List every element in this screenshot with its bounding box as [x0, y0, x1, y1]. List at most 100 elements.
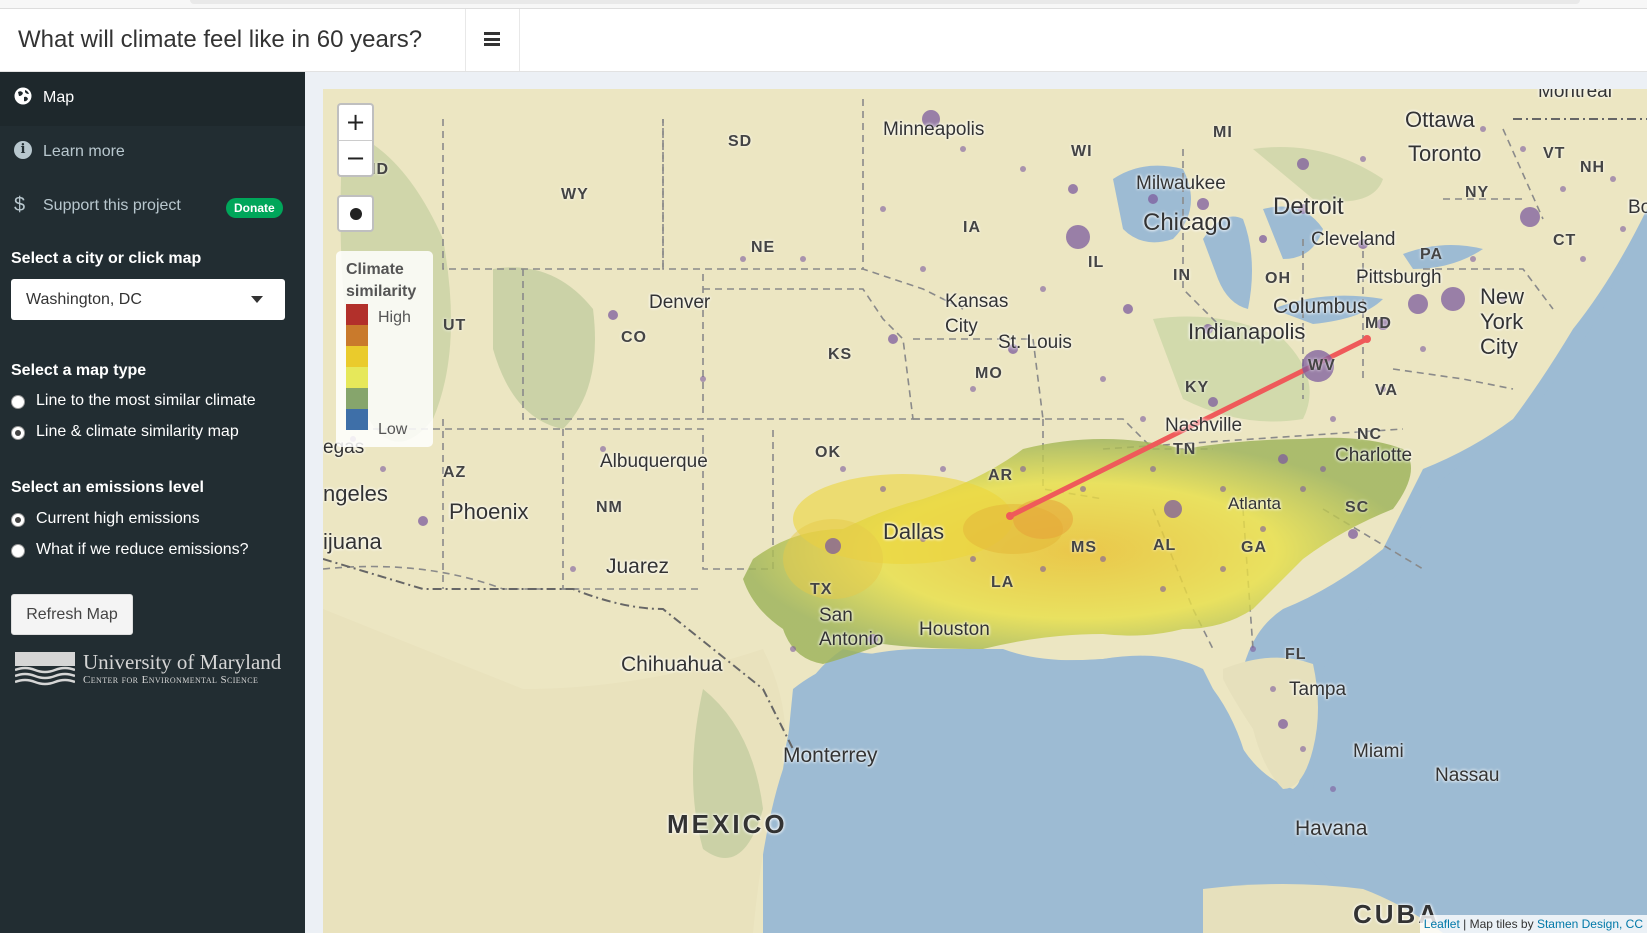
state-label: NM	[596, 499, 623, 516]
state-label: WV	[1308, 357, 1336, 374]
leaflet-link[interactable]: Leaflet	[1424, 917, 1460, 931]
app-header: What will climate feel like in 60 years?	[0, 9, 1647, 72]
radio-circle	[11, 426, 25, 440]
state-label: SD	[728, 133, 753, 150]
state-label: IA	[963, 219, 981, 236]
legend-high-label: High	[378, 309, 411, 326]
city-label-san-antonio: San Antonio	[819, 605, 884, 650]
radio-circle	[11, 513, 25, 527]
radio-label: Current high emissions	[36, 510, 200, 527]
radio-label: Line to the most similar climate	[36, 392, 256, 409]
city-label-indianapolis: Indianapolis	[1188, 319, 1306, 344]
city-label-st-louis: St. Louis	[998, 332, 1072, 353]
city-select[interactable]: Washington, DC	[11, 279, 285, 320]
sidebar-item-map[interactable]: Map	[0, 72, 305, 126]
locate-button[interactable]	[337, 195, 374, 232]
city-label-detroit: Detroit	[1273, 193, 1344, 220]
sidebar-item-label: Learn more	[43, 143, 125, 160]
umd-logo[interactable]: University of Maryland Center for Enviro…	[15, 650, 295, 690]
state-label: OH	[1265, 270, 1291, 287]
app-title-area: What will climate feel like in 60 years?	[0, 9, 466, 71]
city-label-pittsburgh: Pittsburgh	[1356, 267, 1442, 288]
state-label: MI	[1213, 124, 1233, 141]
map-canvas[interactable]: SD WY NE IA IL IN OH PA NY VT NH CT MI W…	[323, 89, 1647, 933]
city-select-value: Washington, DC	[26, 291, 142, 308]
city-label-havana: Havana	[1295, 817, 1368, 840]
address-bar-edge	[190, 0, 1580, 4]
city-label-columbus: Columbus	[1273, 295, 1368, 318]
umd-wave-logo-icon	[15, 652, 75, 686]
sidebar: Map i Learn more $ Support this project …	[0, 72, 305, 933]
state-label: CO	[621, 329, 647, 346]
legend-swatch	[346, 388, 368, 409]
city-label-atlanta: Atlanta	[1228, 494, 1281, 513]
app-title: What will climate feel like in 60 years?	[18, 26, 423, 53]
state-label: TX	[810, 581, 833, 598]
city-label-nashville: Nashville	[1165, 415, 1243, 436]
state-label: IL	[1088, 254, 1105, 271]
legend-swatch	[346, 409, 368, 430]
radio-circle	[11, 395, 25, 409]
sidebar-item-label: Map	[43, 89, 75, 106]
city-label-houston: Houston	[919, 619, 990, 640]
city-label-denver: Denver	[649, 292, 711, 313]
radio-circle	[11, 544, 25, 558]
donate-badge[interactable]: Donate	[226, 198, 283, 218]
browser-top-strip	[0, 0, 1647, 9]
sidebar-item-support[interactable]: $ Support this project Donate	[0, 180, 305, 234]
city-label-montreal: Montreal	[1538, 89, 1612, 102]
state-label: CT	[1553, 232, 1577, 249]
state-label: UT	[443, 317, 467, 334]
state-label: AL	[1153, 537, 1177, 554]
zoom-in-button[interactable]: +	[339, 105, 372, 141]
state-label: KS	[828, 346, 853, 363]
legend-swatch	[346, 325, 368, 346]
city-label-ottawa: Ottawa	[1405, 107, 1475, 132]
map-attribution: Leaflet | Map tiles by Stamen Design, CC	[1419, 915, 1647, 933]
legend-swatch	[346, 367, 368, 388]
umd-name: University of Maryland	[83, 650, 282, 674]
state-label: AR	[988, 467, 1014, 484]
state-label: NC	[1357, 426, 1383, 443]
city-label-charlotte: Charlotte	[1335, 445, 1413, 466]
state-label: VT	[1543, 145, 1566, 162]
dollar-icon: $	[14, 194, 26, 216]
city-label-los-angeles: ngeles	[323, 481, 388, 506]
city-label-phoenix: Phoenix	[449, 499, 529, 524]
country-label-mexico: MEXICO	[667, 809, 788, 839]
city-label-tijuana: ijuana	[323, 529, 382, 554]
legend-swatch	[346, 346, 368, 367]
state-label: AZ	[443, 464, 467, 481]
map-legend: Climate similarity High Low	[336, 251, 433, 447]
city-label-chihuahua: Chihuahua	[621, 653, 723, 676]
state-label: WI	[1071, 143, 1093, 160]
globe-icon	[14, 87, 34, 107]
city-label-monterrey: Monterrey	[783, 744, 878, 767]
city-label-cleveland: Cleveland	[1311, 229, 1396, 250]
state-label: TN	[1173, 441, 1197, 458]
info-icon: i	[14, 141, 34, 161]
refresh-map-button[interactable]: Refresh Map	[11, 594, 133, 635]
state-label: NH	[1580, 159, 1606, 176]
caret-down-icon	[251, 296, 263, 303]
radio-label: What if we reduce emissions?	[36, 541, 249, 558]
stamen-link[interactable]: Stamen Design, CC	[1537, 917, 1643, 931]
city-label-new-york: New York City	[1480, 284, 1525, 359]
city-label-minneapolis: Minneapolis	[883, 119, 985, 140]
radio-label: Line & climate similarity map	[36, 423, 239, 440]
city-label-nassau: Nassau	[1435, 765, 1500, 786]
zoom-out-button[interactable]: −	[339, 141, 372, 176]
state-label: VA	[1375, 382, 1399, 399]
sidebar-toggle-button[interactable]	[466, 9, 520, 71]
state-label: NE	[751, 239, 776, 256]
city-label-tampa: Tampa	[1289, 679, 1347, 700]
state-label: MO	[975, 365, 1003, 382]
city-label-albuquerque: Albuquerque	[600, 451, 708, 472]
city-label-dallas: Dallas	[883, 519, 945, 544]
state-label: IN	[1173, 267, 1191, 284]
state-label: GA	[1241, 539, 1267, 556]
state-label: LA	[991, 574, 1015, 591]
sidebar-item-learn-more[interactable]: i Learn more	[0, 126, 305, 180]
globe-icon	[350, 208, 362, 220]
city-label-toronto: Toronto	[1408, 141, 1482, 166]
